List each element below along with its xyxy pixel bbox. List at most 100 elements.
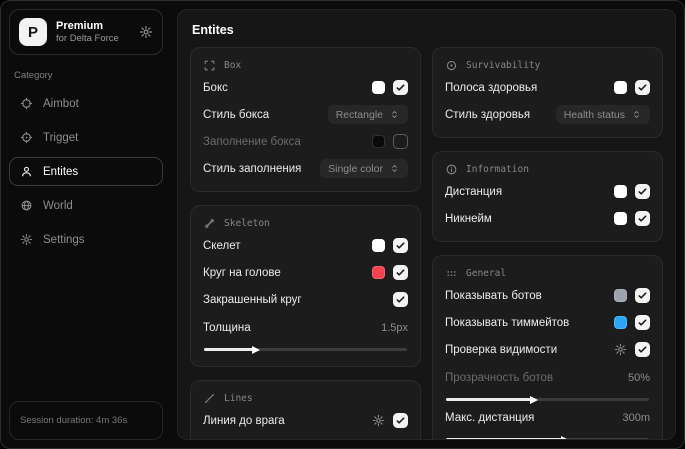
check-icon [638, 319, 647, 326]
color-swatch[interactable] [614, 212, 627, 225]
slider[interactable] [204, 345, 407, 354]
gear-icon [20, 233, 33, 246]
setting-row: Бокс [203, 76, 408, 99]
brand-text: Premium for Delta Force [56, 20, 119, 44]
checkbox[interactable] [635, 184, 650, 199]
card-header: General [445, 267, 650, 280]
settings-icon[interactable] [139, 25, 153, 39]
color-swatch[interactable] [372, 135, 385, 148]
card-columns: Box Бокс Стиль бокса Rectangle Заполнение бо… [190, 47, 663, 439]
sidebar-item-label: Entites [43, 165, 79, 178]
brand-card: P Premium for Delta Force [9, 9, 163, 55]
checkbox[interactable] [393, 238, 408, 253]
dropdown[interactable]: Rectangle [327, 105, 408, 124]
color-swatch[interactable] [372, 266, 385, 279]
brand-title: Premium [56, 20, 104, 32]
checkbox[interactable] [635, 288, 650, 303]
sidebar-item-world[interactable]: World [9, 191, 163, 220]
slider-thumb[interactable] [251, 345, 260, 354]
trigger-icon [20, 131, 33, 144]
checkbox[interactable] [635, 315, 650, 330]
checkbox[interactable] [635, 342, 650, 357]
setting-row: Показывать тиммейтов [445, 311, 650, 334]
checkbox[interactable] [393, 80, 408, 95]
scan-icon [203, 59, 216, 72]
person-icon [20, 165, 33, 178]
sidebar-item-settings[interactable]: Settings [9, 225, 163, 254]
setting-row: Дистанция [445, 180, 650, 203]
session-duration: Session duration: 4m 36s [9, 401, 163, 440]
check-icon [396, 417, 405, 424]
checkbox[interactable] [635, 211, 650, 226]
color-swatch[interactable] [372, 81, 385, 94]
slider-group: Толщина 1.5px [203, 316, 408, 354]
setting-row: Круг на голове [203, 261, 408, 284]
sidebar-item-label: Trigget [43, 131, 79, 144]
sidebar-item-label: Aimbot [43, 97, 79, 110]
slider-group: Макс. дистанция 300m [445, 406, 650, 439]
checkbox[interactable] [393, 134, 408, 149]
chevron-expand-icon [389, 163, 400, 174]
check-icon [638, 84, 647, 91]
setting-row: Стиль бокса Rectangle [203, 103, 408, 126]
checkbox[interactable] [393, 265, 408, 280]
line-icon [203, 392, 216, 405]
sidebar: P Premium for Delta Force Category Aimbo… [1, 1, 171, 448]
brand-subtitle: for Delta Force [56, 33, 119, 44]
check-icon [396, 242, 405, 249]
sidebar-item-label: Settings [43, 233, 85, 246]
setting-row: Линия до врага [203, 409, 408, 432]
bone-icon [203, 217, 216, 230]
slider-group: Прозрачность ботов 50% [445, 366, 650, 404]
sidebar-item-aimbot[interactable]: Aimbot [9, 89, 163, 118]
setting-row: Макс. дистанция 300m [445, 411, 650, 424]
setting-row: Стиль здоровья Health status [445, 103, 650, 126]
sidebar-item-trigget[interactable]: Trigget [9, 123, 163, 152]
dropdown[interactable]: Health status [555, 105, 650, 124]
slider[interactable] [446, 435, 649, 439]
card-survivability: Survivability Полоса здоровья Стиль здоров… [432, 47, 663, 138]
card-general: General Показывать ботов Показывать тиммей… [432, 255, 663, 439]
card-box: Box Бокс Стиль бокса Rectangle Заполнение бо… [190, 47, 421, 192]
color-swatch[interactable] [614, 185, 627, 198]
card-title: Box [224, 60, 242, 71]
card-header: Information [445, 163, 650, 176]
sidebar-item-label: World [43, 199, 73, 212]
check-icon [638, 215, 647, 222]
page-title: Entites [192, 23, 234, 37]
row-settings-icon[interactable] [372, 414, 385, 427]
slider[interactable] [446, 395, 649, 404]
check-icon [396, 269, 405, 276]
setting-row: Толщина 1.5px [203, 321, 408, 334]
globe-icon [20, 199, 33, 212]
row-settings-icon[interactable] [614, 343, 627, 356]
card-title: General [466, 268, 507, 279]
column-left: Box Бокс Стиль бокса Rectangle Заполнение бо… [190, 47, 421, 439]
sidebar-item-entites[interactable]: Entites [9, 157, 163, 186]
color-swatch[interactable] [614, 316, 627, 329]
checkbox[interactable] [635, 80, 650, 95]
checkbox[interactable] [393, 292, 408, 307]
dropdown[interactable]: Single color [320, 159, 408, 178]
circledot-icon [445, 59, 458, 72]
color-swatch[interactable] [614, 289, 627, 302]
info-icon [445, 163, 458, 176]
slider-value: 50% [627, 371, 650, 384]
card-title: Information [466, 164, 529, 175]
card-information: Information Дистанция Никнейм [432, 151, 663, 242]
card-lines: Lines Линия до врага Линия взгляда [190, 380, 421, 439]
slider-thumb[interactable] [560, 435, 569, 439]
card-header: Survivability [445, 59, 650, 72]
color-swatch[interactable] [372, 239, 385, 252]
card-title: Survivability [466, 60, 541, 71]
card-title: Lines [224, 393, 253, 404]
dropdown-value: Single color [328, 162, 383, 175]
main-panel: Entites Box Бокс Стиль бокса Rectangle Запол… [177, 9, 676, 440]
setting-row: Показывать ботов [445, 284, 650, 307]
app-window: P Premium for Delta Force Category Aimbo… [0, 0, 685, 449]
color-swatch[interactable] [614, 81, 627, 94]
checkbox[interactable] [393, 413, 408, 428]
setting-row: Скелет [203, 234, 408, 257]
slider-thumb[interactable] [530, 395, 539, 404]
dropdown-value: Health status [563, 108, 625, 121]
